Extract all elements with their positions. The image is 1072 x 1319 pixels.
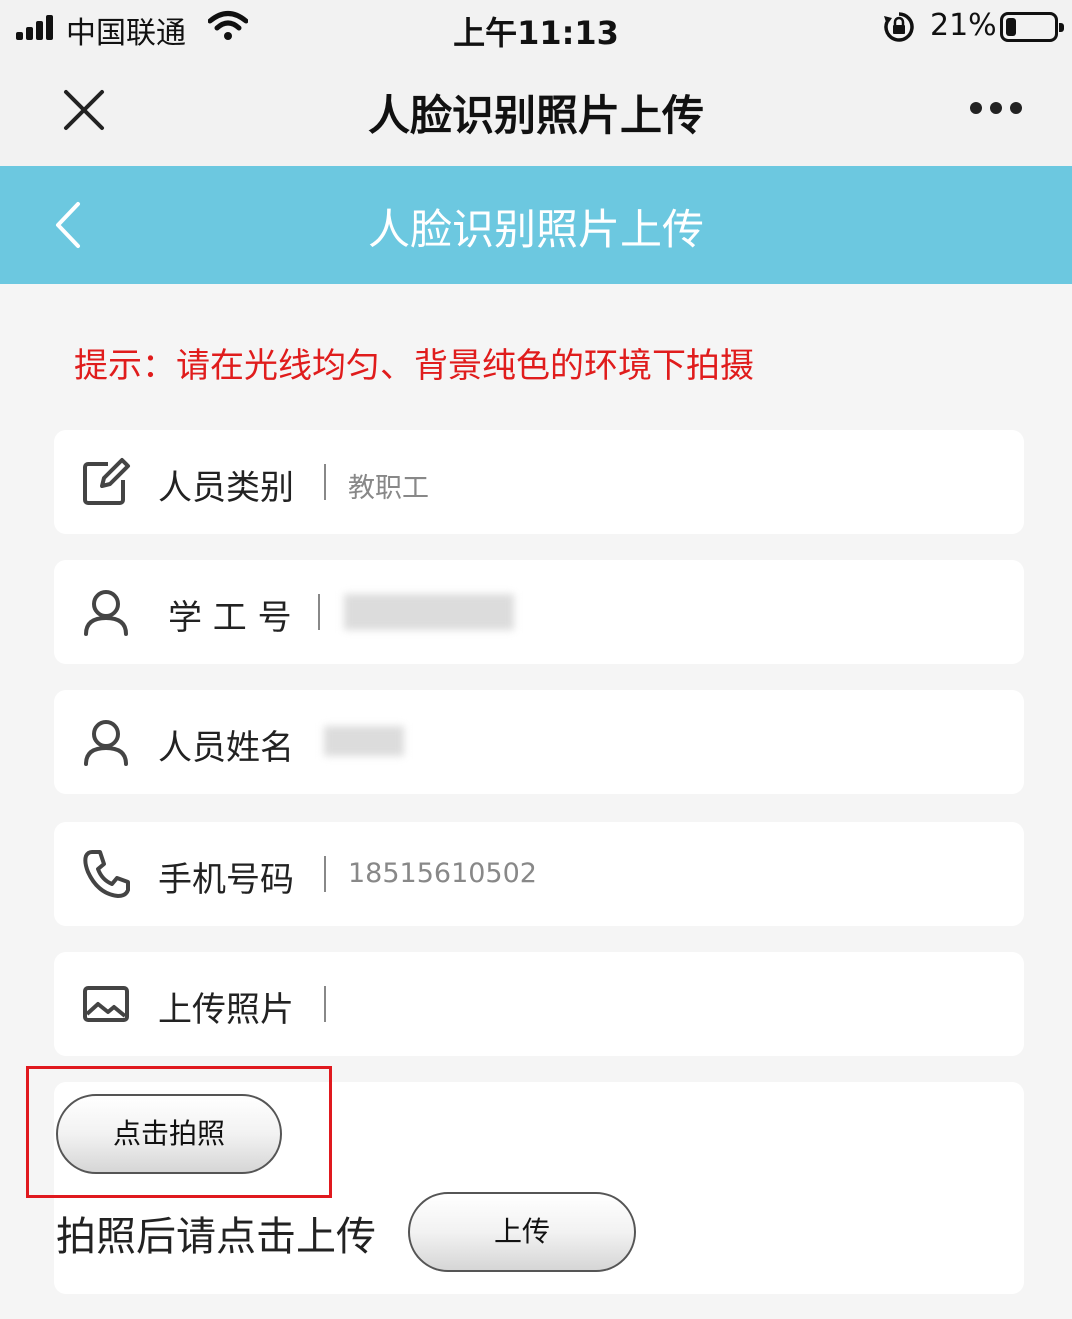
person-type-label: 人员类别 (158, 468, 294, 508)
divider (318, 594, 320, 630)
battery-icon (1000, 12, 1064, 42)
phone-label: 手机号码 (158, 860, 294, 900)
staff-id-label: 学 工 号 (168, 598, 292, 638)
edit-icon (83, 458, 130, 505)
battery-level (1006, 18, 1016, 36)
status-bar: 中国联通 上午11:13 21% (0, 0, 1072, 56)
battery-percent: 21% (930, 8, 997, 43)
redacted-value (324, 726, 404, 756)
upload-photo-label: 上传照片 (158, 990, 294, 1030)
highlight-box (26, 1066, 332, 1198)
user-icon (84, 720, 128, 766)
page-title: 人脸识别照片上传 (367, 205, 704, 254)
rotation-lock-icon (884, 12, 914, 42)
page-header: 人脸识别照片上传 (0, 166, 1072, 284)
person-type-value[interactable]: 教职工 (348, 466, 429, 505)
image-icon (83, 986, 129, 1022)
name-row[interactable]: 人员姓名 (54, 690, 1024, 794)
upload-photo-row[interactable]: 上传照片 (54, 952, 1024, 1056)
name-label: 人员姓名 (158, 728, 294, 768)
divider (324, 856, 326, 892)
user-icon (84, 590, 128, 636)
divider (324, 986, 326, 1022)
staff-id-row[interactable]: 学 工 号 (54, 560, 1024, 664)
person-type-row[interactable]: 人员类别 教职工 (54, 430, 1024, 534)
upload-button[interactable]: 上传 (408, 1192, 636, 1272)
divider (324, 464, 326, 500)
webview-title: 人脸识别照片上传 (367, 91, 704, 140)
upload-hint-text: 拍照后请点击上传 (56, 1214, 376, 1260)
redacted-value (344, 594, 514, 630)
phone-value[interactable]: 18515610502 (348, 858, 537, 889)
webview-nav-bar: 人脸识别照片上传 (0, 56, 1072, 166)
tip-text: 提示：请在光线均匀、背景纯色的环境下拍摄 (74, 346, 754, 386)
more-dots-icon[interactable] (966, 96, 1026, 120)
phone-icon (83, 850, 130, 898)
phone-row[interactable]: 手机号码 18515610502 (54, 822, 1024, 926)
